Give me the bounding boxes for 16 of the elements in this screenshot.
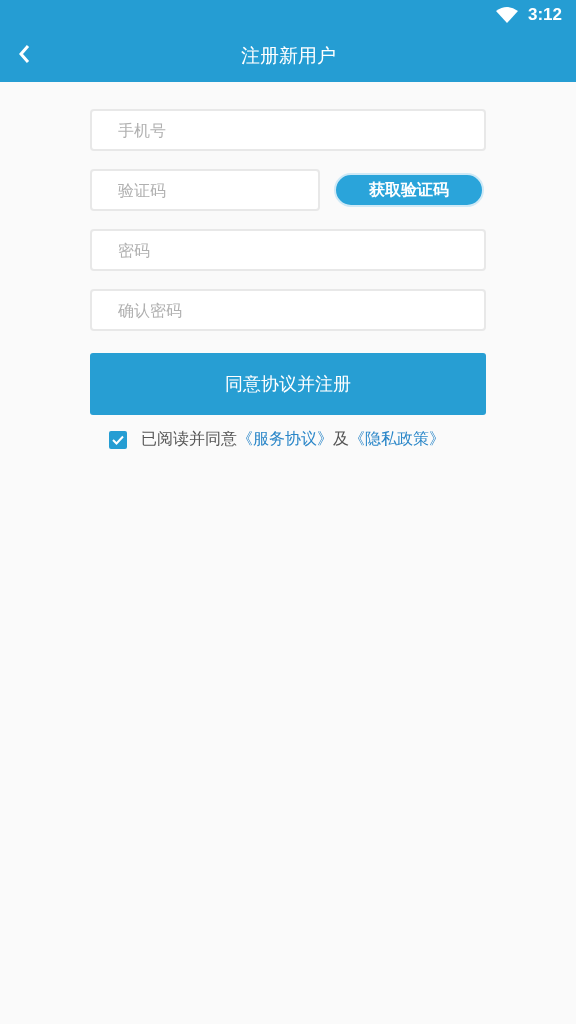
agreement-checkbox[interactable] [109, 430, 127, 449]
register-button[interactable]: 同意协议并注册 [90, 353, 486, 415]
service-agreement-link[interactable]: 《服务协议》 [237, 429, 333, 450]
privacy-policy-link[interactable]: 《隐私政策》 [349, 429, 445, 450]
check-icon [112, 434, 124, 445]
wifi-icon [495, 7, 518, 23]
joiner-text: 及 [333, 429, 349, 450]
back-icon [18, 44, 30, 64]
agreement-text: 已阅读并同意 [141, 429, 237, 450]
status-time: 3:12 [527, 5, 562, 25]
input-field[interactable]: 确认密码 [90, 289, 486, 331]
input-field[interactable]: 手机号 [90, 109, 486, 151]
input-field[interactable]: 验证码 [90, 169, 320, 211]
page-title: 注册新用户 [240, 43, 336, 68]
get-code-button[interactable]: 获取验证码 [334, 173, 484, 207]
input-field[interactable]: 密码 [90, 229, 486, 271]
